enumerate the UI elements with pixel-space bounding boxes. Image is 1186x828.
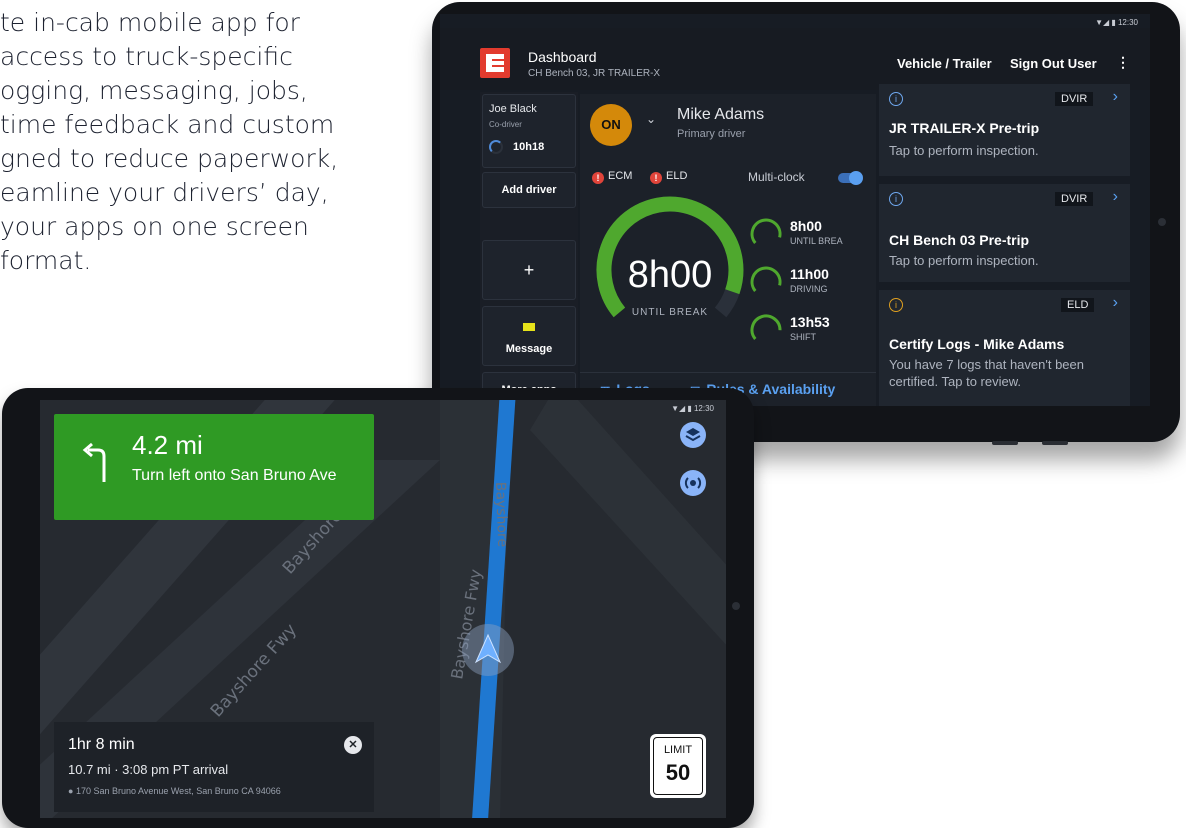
- multi-clock-toggle[interactable]: [838, 171, 863, 185]
- marketing-line: te in-cab mobile app for: [0, 8, 300, 37]
- card-tag: ELD: [1061, 298, 1095, 312]
- ecm-flag: ! ECM: [592, 170, 632, 184]
- chevron-right-icon: ›: [1112, 88, 1118, 105]
- eta-address-text: 170 San Bruno Avenue West, San Bruno CA …: [75, 786, 281, 796]
- chevron-right-icon: ›: [1112, 188, 1118, 205]
- codriver-time: 10h18: [513, 141, 545, 153]
- shift-gauge: [750, 314, 782, 340]
- page-subtitle: CH Bench 03, JR TRAILER-X: [528, 68, 661, 79]
- driving-time: 11h00: [790, 266, 829, 282]
- dashboard-tablet: ▼◢ ▮ 12:30 Dashboard CH Bench 03, JR TRA…: [432, 2, 1180, 445]
- vehicle-trailer-button[interactable]: Vehicle / Trailer: [897, 56, 992, 71]
- pin-icon: ●: [68, 786, 76, 796]
- eta-summary: 10.7 mi · 3:08 pm PT arrival: [68, 762, 229, 777]
- turn-distance: 4.2 mi: [132, 430, 203, 460]
- card-tag: DVIR: [1055, 92, 1094, 106]
- map-screen[interactable]: Bayshore Bayshore Bayshore Fwy Bayshore …: [40, 400, 726, 818]
- until-break-label: UNTIL BREA: [790, 236, 843, 246]
- marketing-line: ogging, messaging, jobs,: [0, 76, 308, 105]
- eta-address: ● 170 San Bruno Avenue West, San Bruno C…: [68, 786, 281, 796]
- bezel-button: [1042, 441, 1068, 445]
- status-bar: ▼◢ ▮ 12:30: [671, 404, 714, 413]
- hos-panel: ON ⌄ Mike Adams Primary driver ! ECM ! ELD…: [580, 94, 876, 406]
- page-title: Dashboard: [528, 49, 597, 65]
- eld-label: ELD: [666, 170, 688, 182]
- codriver-role: Co-driver: [489, 120, 522, 129]
- turn-left-arrow-icon: [82, 442, 106, 482]
- codriver-name: Joe Black: [489, 103, 537, 115]
- speed-limit-value: 50: [665, 760, 691, 785]
- dashboard-screen: ▼◢ ▮ 12:30 Dashboard CH Bench 03, JR TRA…: [440, 14, 1150, 406]
- camera-dot: [732, 602, 740, 610]
- info-icon: i: [889, 92, 903, 106]
- driving-label: DRIVING: [790, 284, 828, 294]
- marketing-line: time feedback and custom: [0, 110, 335, 139]
- card-text: You have 7 logs that haven't been certif…: [889, 357, 1084, 389]
- app-logo-icon: [480, 48, 510, 78]
- marketing-line: access to truck-specific: [0, 42, 293, 71]
- add-driver-button[interactable]: Add driver: [482, 172, 576, 208]
- layers-icon[interactable]: [680, 422, 706, 448]
- marketing-line: format.: [0, 246, 92, 275]
- eld-flag: ! ELD: [650, 170, 687, 184]
- shift-time: 13h53: [790, 314, 830, 330]
- broadcast-icon[interactable]: [680, 470, 706, 496]
- sign-out-button[interactable]: Sign Out User: [1010, 56, 1097, 71]
- dvir-card-bench[interactable]: i DVIR › CH Bench 03 Pre-trip Tap to per…: [879, 184, 1130, 282]
- warning-info-icon: i: [889, 298, 903, 312]
- message-button[interactable]: Message: [482, 306, 576, 366]
- speed-limit-sign: LIMIT 50: [650, 734, 706, 798]
- camera-dot: [1158, 218, 1166, 226]
- message-label: Message: [505, 343, 553, 355]
- eld-card-certify[interactable]: i ELD › Certify Logs - Mike Adams You ha…: [879, 290, 1130, 406]
- dvir-card-trailer[interactable]: i DVIR › JR TRAILER-X Pre-trip Tap to pe…: [879, 84, 1130, 176]
- duty-status-button[interactable]: ON: [590, 104, 632, 146]
- more-vert-icon[interactable]: ⋮: [1116, 54, 1130, 71]
- status-bar: ▼◢ ▮ 12:30: [1095, 18, 1138, 27]
- multi-clock-label: Multi-clock: [748, 170, 805, 184]
- message-icon: [523, 323, 535, 331]
- marketing-line: eamline your drivers’ day,: [0, 178, 329, 207]
- marketing-copy: te in-cab mobile app for access to truck…: [0, 6, 430, 278]
- eta-panel[interactable]: 1hr 8 min 10.7 mi · 3:08 pm PT arrival ●…: [54, 722, 374, 812]
- navigation-tablet: Bayshore Bayshore Bayshore Fwy Bayshore …: [2, 388, 754, 828]
- card-text: Tap to perform inspection.: [889, 253, 1039, 268]
- card-tag: DVIR: [1055, 192, 1094, 206]
- card-title: Certify Logs - Mike Adams: [889, 336, 1065, 352]
- card-title: CH Bench 03 Pre-trip: [889, 232, 1030, 248]
- app-header: Dashboard CH Bench 03, JR TRAILER-X Vehi…: [440, 28, 1150, 90]
- marketing-line: gned to reduce paperwork,: [0, 144, 339, 173]
- driver-role: Primary driver: [677, 128, 746, 140]
- until-break-gauge: [750, 218, 782, 244]
- eta-duration: 1hr 8 min: [68, 736, 135, 753]
- map-label: Bayshore: [492, 482, 510, 548]
- plus-icon: +: [523, 260, 535, 280]
- turn-instruction-banner[interactable]: 4.2 mi Turn left onto San Bruno Ave: [54, 414, 374, 520]
- card-text: Tap to perform inspection.: [889, 143, 1039, 158]
- driving-gauge: [750, 266, 782, 292]
- chevron-right-icon: ›: [1112, 294, 1118, 311]
- card-title: JR TRAILER-X Pre-trip: [889, 120, 1040, 136]
- alert-icon: !: [650, 172, 662, 184]
- turn-text: Turn left onto San Bruno Ave: [132, 467, 337, 484]
- speed-limit-label: LIMIT: [663, 744, 693, 756]
- until-break-time: 8h00: [790, 218, 822, 234]
- add-driver-label: Add driver: [501, 184, 557, 196]
- main-clock-time: 8h00: [627, 254, 713, 296]
- close-icon[interactable]: ✕: [344, 736, 362, 754]
- clock-ring-icon: [489, 140, 503, 154]
- marketing-line: your apps on one screen: [0, 212, 309, 241]
- driver-name: Mike Adams: [677, 106, 765, 123]
- bezel-button: [992, 441, 1018, 445]
- add-app-button[interactable]: +: [482, 240, 576, 300]
- sidebar: Joe Black Co-driver 10h18 Add driver + M…: [480, 92, 578, 406]
- info-icon: i: [889, 192, 903, 206]
- alert-icon: !: [592, 172, 604, 184]
- ecm-label: ECM: [608, 170, 633, 182]
- main-clock-label: UNTIL BREAK: [631, 307, 709, 318]
- chevron-down-icon[interactable]: ⌄: [646, 112, 656, 126]
- shift-label: SHIFT: [790, 332, 816, 342]
- codriver-card[interactable]: Joe Black Co-driver 10h18: [482, 94, 576, 168]
